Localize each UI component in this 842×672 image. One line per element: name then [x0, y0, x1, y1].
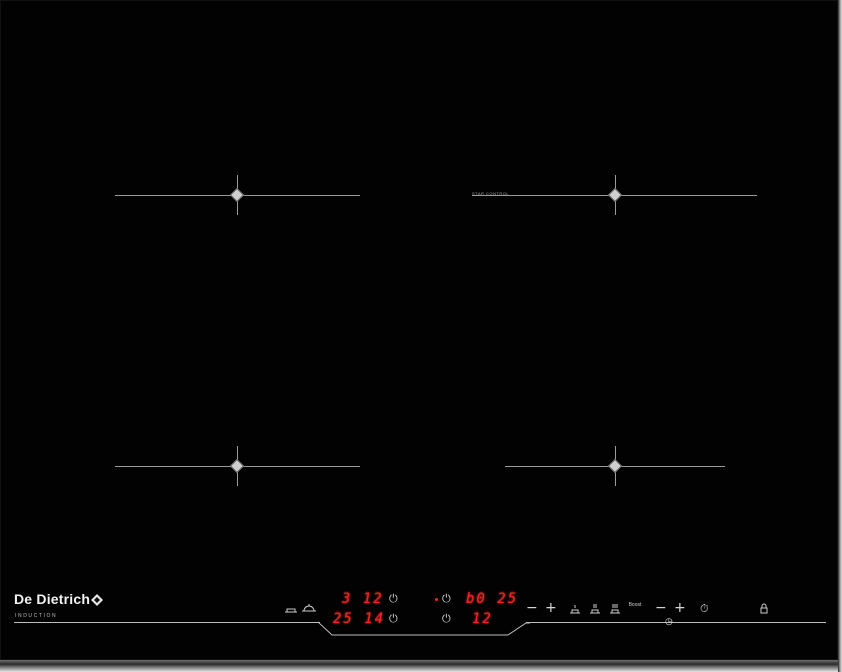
plus-button[interactable]: +	[545, 601, 557, 615]
panel-divider-right	[526, 622, 826, 623]
power-icon[interactable]: ⏻	[442, 593, 451, 604]
brand-subtitle: INDUCTION	[15, 613, 58, 619]
zone-center-diamond-icon	[607, 187, 623, 203]
boost-button[interactable]: Boost	[628, 603, 642, 608]
zone-center-diamond-icon	[229, 458, 245, 474]
power-icon[interactable]: ⏻	[389, 593, 398, 604]
timer-plus-button[interactable]: +	[674, 601, 686, 615]
brand-logo-icon	[91, 594, 103, 606]
stainless-frame-right	[838, 0, 842, 672]
power-icon[interactable]: ⏻	[442, 613, 451, 624]
cooktop-surface: STAR CONTROL De Dietrich INDUCTION 3 12 …	[0, 0, 838, 660]
stainless-frame-bottom	[0, 660, 842, 672]
cookware-icons[interactable]	[284, 603, 318, 615]
brand-name: De Dietrich	[14, 591, 91, 607]
lock-icon[interactable]	[760, 603, 768, 614]
zone-center-diamond-icon	[607, 458, 623, 474]
minus-button[interactable]: −	[526, 601, 538, 615]
indicator-dot	[435, 598, 438, 601]
display-left-top: 3 12	[342, 591, 384, 607]
display-left-bottom: 25 14	[333, 611, 386, 627]
timer-minus-button[interactable]: −	[655, 601, 667, 615]
clock-icon: ◷	[665, 617, 673, 627]
timer-icon[interactable]: ⏱	[700, 603, 709, 614]
display-right-bottom: 12	[472, 611, 493, 627]
boost-label: Boost	[628, 602, 642, 608]
heat-function-icons[interactable]	[568, 601, 626, 615]
star-control-label: STAR CONTROL	[472, 191, 510, 196]
display-right-top: b0 25	[466, 591, 519, 607]
power-icon[interactable]: ⏻	[389, 613, 398, 624]
panel-divider-left	[14, 622, 320, 623]
zone-center-diamond-icon	[229, 187, 245, 203]
